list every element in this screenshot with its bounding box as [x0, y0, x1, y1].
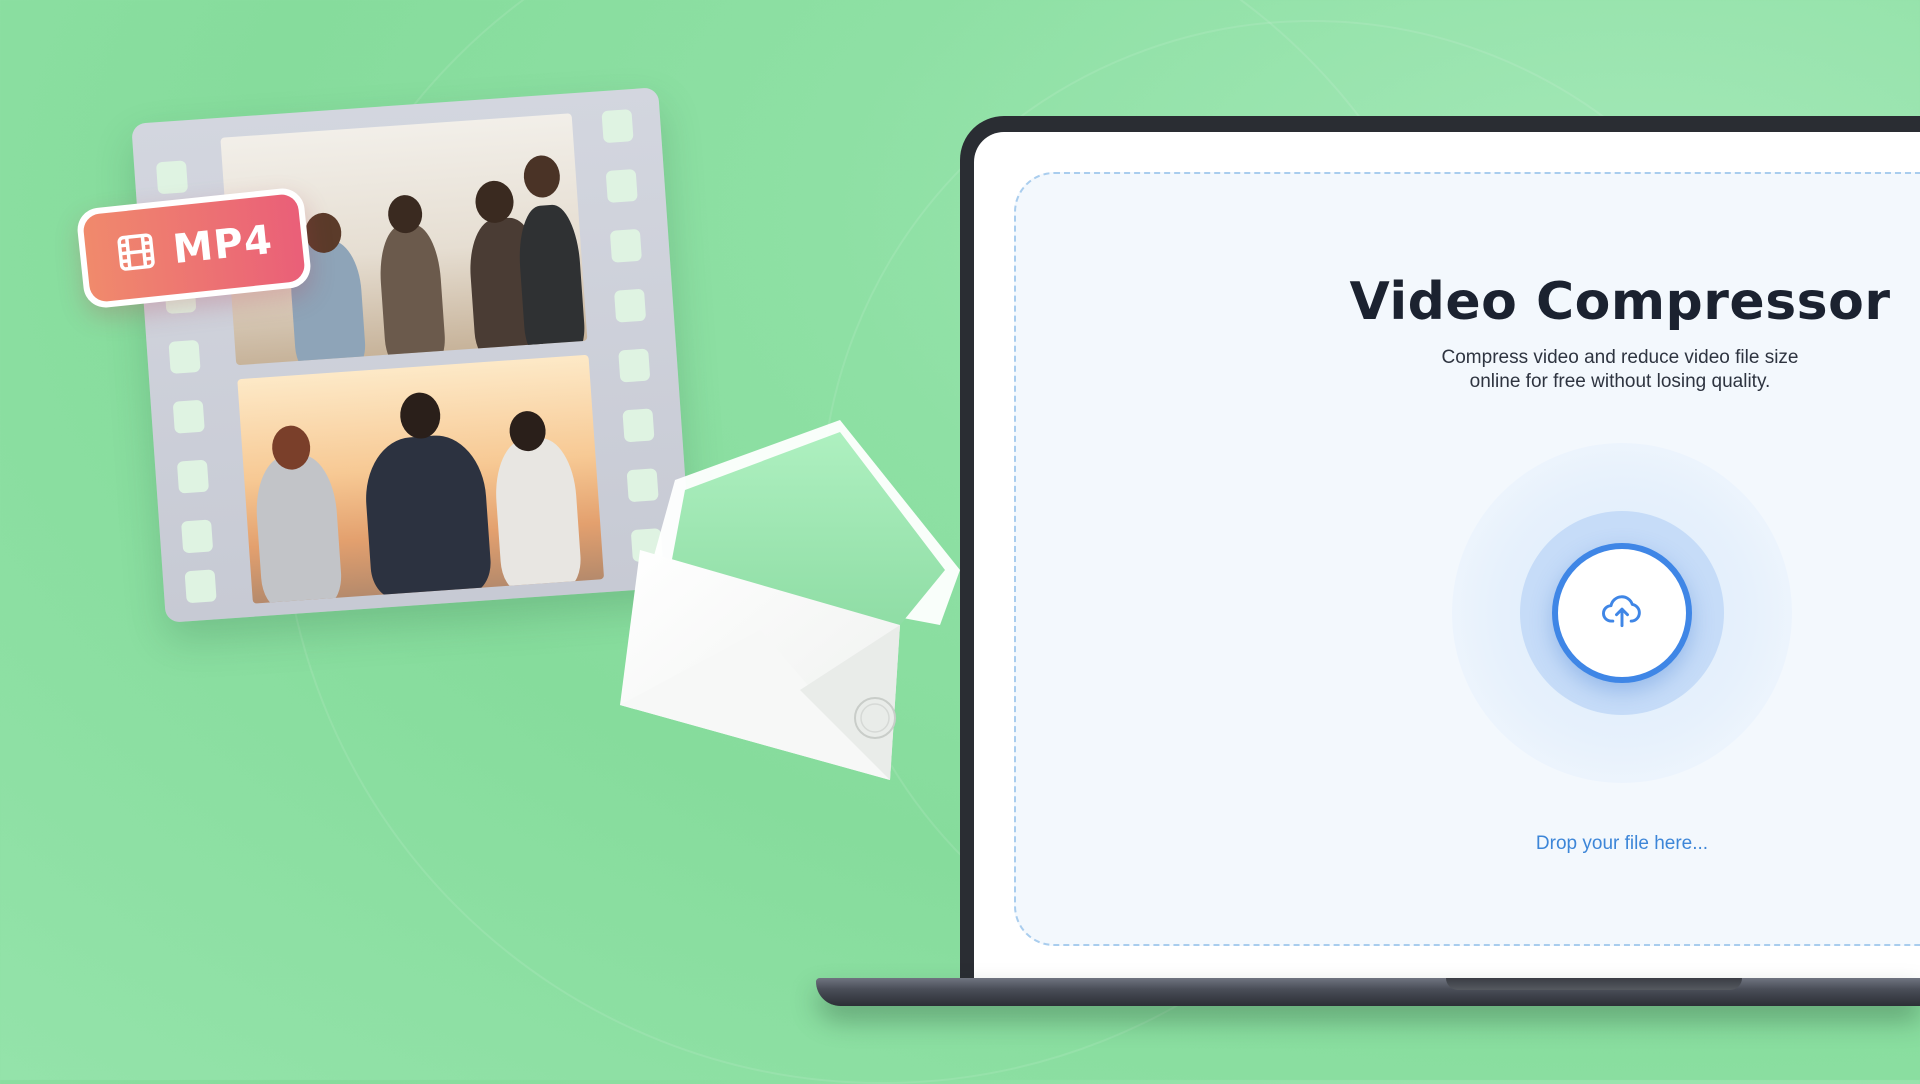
filmstrip-hole: [155, 160, 189, 195]
person-figure: [398, 391, 442, 440]
filmstrip-hole: [609, 228, 642, 263]
subtitle-line: online for free without losing quality.: [1469, 371, 1771, 392]
page-title: Video Compressor: [1349, 272, 1891, 332]
filmstrip-hole: [168, 339, 201, 374]
cloud-upload-icon: [1600, 589, 1644, 638]
subtitle-line: Compress video and reduce video file siz…: [1441, 347, 1799, 368]
person-figure: [376, 222, 447, 366]
person-figure: [522, 154, 562, 199]
person-figure: [515, 203, 587, 358]
filmstrip-hole: [605, 168, 638, 203]
mp4-badge-label: MP4: [170, 216, 275, 274]
person-figure: [252, 452, 344, 604]
film-icon: [113, 228, 160, 279]
filmstrip-hole: [601, 109, 634, 144]
laptop-hinge-notch: [1446, 978, 1742, 990]
photo-friends-sunset: [237, 354, 605, 604]
person-figure: [492, 436, 583, 592]
envelope-illustration: [600, 420, 980, 790]
drop-file-hint[interactable]: Drop your file here...: [1420, 833, 1824, 855]
filmstrip-hole: [618, 348, 651, 383]
filmstrip-hole: [176, 459, 210, 494]
filmstrip-hole: [184, 569, 217, 604]
filmstrip-hole: [181, 519, 214, 554]
upload-button[interactable]: [1552, 543, 1692, 683]
laptop-base: [816, 978, 1920, 1006]
filmstrip-hole: [614, 288, 647, 323]
filmstrip-hole: [172, 399, 205, 434]
page-subtitle: Compress video and reduce video file siz…: [1330, 346, 1910, 394]
person-figure: [361, 432, 493, 601]
